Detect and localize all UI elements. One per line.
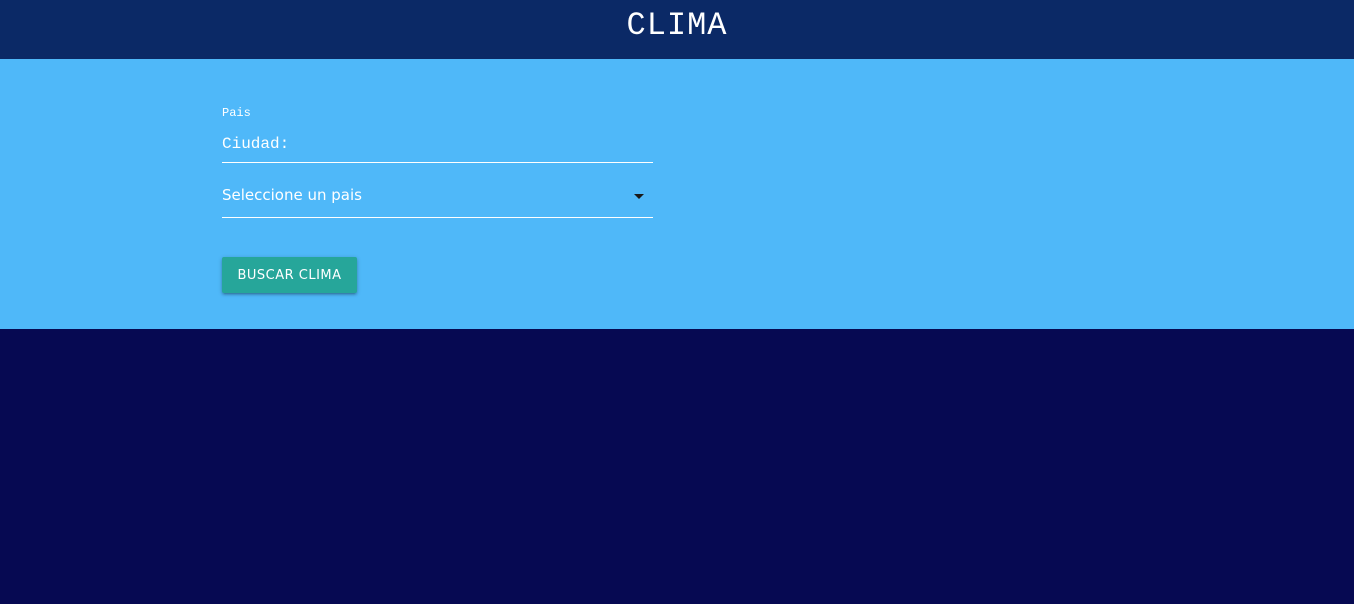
country-field-label: Pais xyxy=(222,106,251,120)
country-select[interactable]: Seleccione un pais xyxy=(222,178,653,218)
page-title: CLIMA xyxy=(626,7,728,44)
city-input[interactable] xyxy=(222,125,653,163)
app-header: CLIMA xyxy=(0,0,1354,59)
caret-down-icon xyxy=(634,194,644,199)
weather-search-form: Pais Seleccione un pais BUSCAR CLIMA xyxy=(0,59,1354,329)
search-weather-button[interactable]: BUSCAR CLIMA xyxy=(222,257,357,293)
country-select-value: Seleccione un pais xyxy=(222,186,362,204)
results-area xyxy=(0,329,1354,604)
